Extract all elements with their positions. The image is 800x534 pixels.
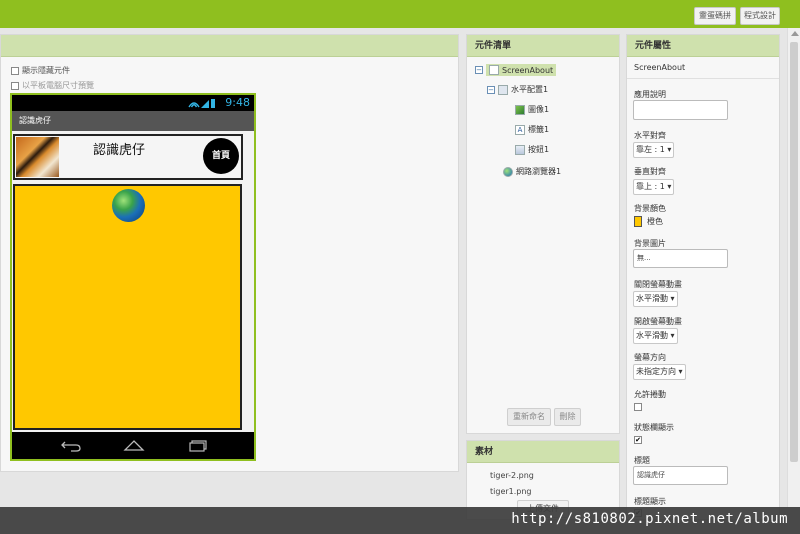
delete-button[interactable]: 刪除 — [554, 408, 581, 426]
align-horizontal-value: 靠左 : 1 — [636, 145, 665, 154]
status-bar-checkbox[interactable]: ✔ — [634, 436, 642, 444]
collapse-icon[interactable]: − — [487, 85, 495, 94]
globe-icon — [112, 189, 145, 222]
show-hidden-components[interactable]: 顯示隱藏元件 — [11, 65, 70, 76]
screen-orientation-value: 未指定方向 — [636, 367, 676, 376]
tree-item-label: 標籤1 — [528, 125, 550, 134]
align-vertical-value: 靠上 : 1 — [636, 182, 665, 191]
watermark-bar: http://s810802.pixnet.net/album — [0, 507, 800, 534]
horizontal-arrangement[interactable]: 認識虎仔 首頁 — [13, 134, 243, 180]
close-animation-value: 水平滑動 — [636, 294, 668, 303]
media-file-tiger-2[interactable]: tiger-2.png — [490, 471, 534, 480]
top-toolbar: 靈蛋碼拼 程式設計 — [0, 0, 800, 28]
tree-item-label: 網路瀏覽器1 — [516, 167, 562, 176]
screen-title-bar: 認識虎仔 — [12, 111, 254, 131]
web-viewer[interactable] — [13, 184, 242, 430]
about-screen-label: 應用說明 — [634, 90, 666, 99]
horizontal-arrangement-icon — [498, 84, 508, 95]
emulator-button[interactable]: 靈蛋碼拼 — [694, 7, 736, 25]
properties-panel: 元件屬性 ScreenAbout 應用說明 水平對齊 靠左 : 1 ▾ 垂直對齊… — [626, 34, 780, 520]
blocks-editor-button[interactable]: 程式設計 — [740, 7, 780, 25]
recent-apps-icon — [189, 440, 207, 452]
align-vertical-label: 垂直對齊 — [634, 167, 666, 176]
signal-icon — [188, 99, 215, 108]
align-horizontal-select[interactable]: 靠左 : 1 ▾ — [633, 142, 675, 158]
show-hidden-label: 顯示隱藏元件 — [22, 66, 70, 75]
phone-nav-bar — [12, 432, 254, 459]
tree-item-webviewer[interactable]: 網路瀏覽器1 — [503, 166, 561, 177]
page-scrollbar[interactable] — [787, 28, 800, 507]
screen-orientation-select[interactable]: 未指定方向 ▾ — [633, 364, 686, 380]
home-icon — [123, 440, 145, 451]
tree-item-screenabout[interactable]: − ScreenAbout — [475, 64, 557, 76]
tree-item-horizontal-arrangement[interactable]: − 水平配置1 — [487, 84, 548, 95]
image-icon — [515, 104, 525, 115]
phone-clock: 9:48 — [225, 96, 250, 109]
tiger-image[interactable] — [16, 137, 59, 177]
viewer-header — [1, 35, 458, 57]
tree-item-image[interactable]: 圖像1 — [515, 104, 549, 115]
status-bar-label: 狀態欄顯示 — [634, 423, 674, 432]
background-color-label: 背景顏色 — [634, 204, 666, 213]
properties-component-name: ScreenAbout — [627, 57, 779, 79]
phone-screen: 認識虎仔 首頁 — [12, 131, 254, 432]
background-color-picker[interactable]: 橙色 — [634, 216, 663, 227]
tree-item-label: 水平配置1 — [511, 85, 549, 94]
title-visible-label: 標題顯示 — [634, 497, 666, 506]
scroll-up-arrow-icon[interactable] — [791, 31, 799, 36]
phone-status-bar: 9:48 — [12, 95, 254, 111]
tree-item-label: 圖像1 — [528, 105, 550, 114]
align-horizontal-label: 水平對齊 — [634, 131, 666, 140]
background-image-label: 背景圖片 — [634, 239, 666, 248]
media-header: 素材 — [467, 441, 619, 463]
collapse-icon[interactable]: − — [475, 66, 483, 74]
background-color-value: 橙色 — [647, 217, 663, 226]
tree-item-button[interactable]: 按鈕1 — [515, 144, 549, 155]
screen-icon — [489, 65, 499, 75]
screen-orientation-label: 螢幕方向 — [634, 353, 666, 362]
watermark-text: http://s810802.pixnet.net/album — [511, 511, 788, 527]
show-hidden-checkbox[interactable] — [11, 66, 19, 75]
title-property-label: 標題 — [634, 456, 650, 465]
title-label: 認識虎仔 — [93, 143, 146, 158]
tree-item-label[interactable]: A 標籤1 — [515, 124, 549, 135]
open-animation-value: 水平滑動 — [636, 331, 668, 340]
components-header: 元件清單 — [467, 35, 619, 57]
close-animation-label: 關閉螢幕動畫 — [634, 280, 682, 289]
open-animation-label: 開啟螢幕動畫 — [634, 317, 682, 326]
tree-item-label: ScreenAbout — [502, 65, 554, 75]
background-image-input[interactable]: 無... — [633, 249, 728, 268]
phone-preview: 9:48 認識虎仔 認識虎仔 首頁 — [10, 93, 256, 461]
scrollable-checkbox[interactable] — [634, 403, 642, 411]
tablet-preview-option[interactable]: 以平板電腦尺寸預覽 — [11, 80, 94, 91]
scroll-thumb[interactable] — [790, 42, 798, 462]
tablet-preview-label: 以平板電腦尺寸預覽 — [22, 81, 94, 90]
properties-header: 元件屬性 — [627, 35, 779, 57]
home-button[interactable]: 首頁 — [203, 138, 239, 174]
color-swatch — [634, 216, 642, 227]
about-screen-input[interactable] — [633, 100, 728, 120]
back-icon — [61, 441, 81, 452]
webviewer-icon — [503, 166, 513, 177]
components-panel: 元件清單 − ScreenAbout − 水平配置1 圖像1 A 標籤1 按鈕1… — [466, 34, 620, 434]
media-file-tiger1[interactable]: tiger1.png — [490, 487, 532, 496]
align-vertical-select[interactable]: 靠上 : 1 ▾ — [633, 179, 675, 195]
open-animation-select[interactable]: 水平滑動 ▾ — [633, 328, 678, 344]
tree-item-label: 按鈕1 — [528, 145, 550, 154]
close-animation-select[interactable]: 水平滑動 ▾ — [633, 291, 678, 307]
scrollable-label: 允許捲動 — [634, 390, 666, 399]
button-icon — [515, 144, 525, 155]
rename-button[interactable]: 重新命名 — [507, 408, 551, 426]
title-property-input[interactable]: 認識虎仔 — [633, 466, 728, 485]
tablet-preview-checkbox[interactable] — [11, 81, 19, 90]
label-icon: A — [515, 124, 525, 135]
